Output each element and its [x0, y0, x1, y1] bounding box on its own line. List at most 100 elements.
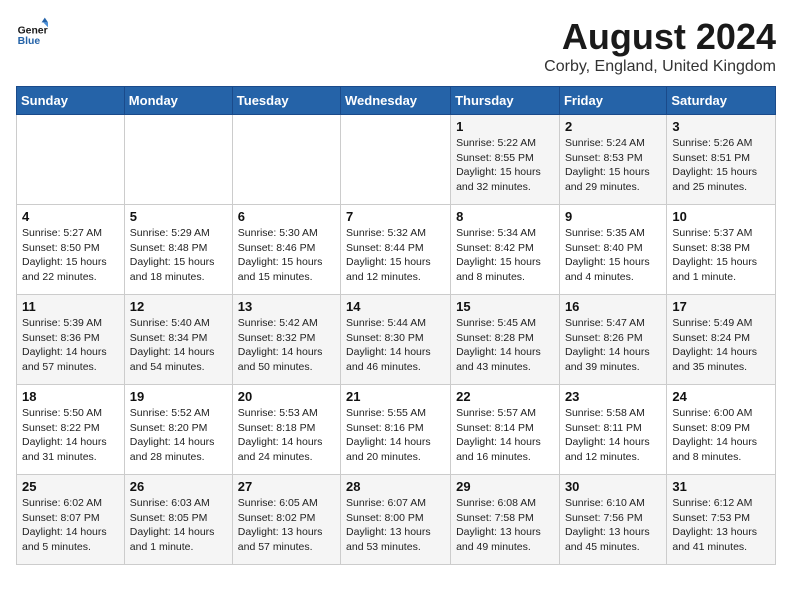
day-info: Sunrise: 5:53 AM Sunset: 8:18 PM Dayligh… — [238, 406, 335, 465]
page-header: General Blue August 2024 Corby, England,… — [16, 16, 776, 76]
day-number: 19 — [130, 389, 227, 404]
day-number: 17 — [672, 299, 770, 314]
day-of-week-header: Saturday — [667, 87, 776, 115]
day-info: Sunrise: 5:34 AM Sunset: 8:42 PM Dayligh… — [456, 226, 554, 285]
calendar-day-cell: 5Sunrise: 5:29 AM Sunset: 8:48 PM Daylig… — [124, 205, 232, 295]
day-number: 26 — [130, 479, 227, 494]
day-info: Sunrise: 5:42 AM Sunset: 8:32 PM Dayligh… — [238, 316, 335, 375]
day-info: Sunrise: 6:02 AM Sunset: 8:07 PM Dayligh… — [22, 496, 119, 555]
day-info: Sunrise: 5:37 AM Sunset: 8:38 PM Dayligh… — [672, 226, 770, 285]
calendar-day-cell: 16Sunrise: 5:47 AM Sunset: 8:26 PM Dayli… — [559, 295, 666, 385]
day-of-week-header: Tuesday — [232, 87, 340, 115]
day-info: Sunrise: 5:57 AM Sunset: 8:14 PM Dayligh… — [456, 406, 554, 465]
day-info: Sunrise: 5:58 AM Sunset: 8:11 PM Dayligh… — [565, 406, 661, 465]
day-info: Sunrise: 5:27 AM Sunset: 8:50 PM Dayligh… — [22, 226, 119, 285]
day-info: Sunrise: 5:30 AM Sunset: 8:46 PM Dayligh… — [238, 226, 335, 285]
day-info: Sunrise: 5:50 AM Sunset: 8:22 PM Dayligh… — [22, 406, 119, 465]
calendar-day-cell: 2 Sunrise: 5:24 AM Sunset: 8:53 PM Daylig… — [559, 115, 666, 205]
calendar-day-cell: 7 Sunrise: 5:32 AM Sunset: 8:44 PM Daylig… — [341, 205, 451, 295]
svg-text:Blue: Blue — [18, 36, 41, 47]
day-number: 23 — [565, 389, 661, 404]
day-info: Sunrise: 5:26 AM Sunset: 8:51 PM Dayligh… — [672, 136, 770, 195]
day-info: Sunrise: 5:32 AM Sunset: 8:44 PM Dayligh… — [346, 226, 445, 285]
day-number: 11 — [22, 299, 119, 314]
title-section: August 2024 Corby, England, United Kingd… — [544, 16, 776, 76]
day-info: Sunrise: 6:10 AM Sunset: 7:56 PM Dayligh… — [565, 496, 661, 555]
calendar-day-cell: 15 Sunrise: 5:45 AM Sunset: 8:28 PM Dayli… — [451, 295, 560, 385]
calendar-day-cell: 10Sunrise: 5:37 AM Sunset: 8:38 PM Dayli… — [667, 205, 776, 295]
day-number: 28 — [346, 479, 445, 494]
day-number: 15 — [456, 299, 554, 314]
day-number: 5 — [130, 209, 227, 224]
day-info: Sunrise: 6:00 AM Sunset: 8:09 PM Dayligh… — [672, 406, 770, 465]
calendar-day-cell: 11 Sunrise: 5:39 AM Sunset: 8:36 PM Dayli… — [17, 295, 125, 385]
day-number: 18 — [22, 389, 119, 404]
day-of-week-header: Sunday — [17, 87, 125, 115]
calendar-header-row: SundayMondayTuesdayWednesdayThursdayFrid… — [17, 87, 776, 115]
calendar-day-cell — [17, 115, 125, 205]
calendar-day-cell: 1Sunrise: 5:22 AM Sunset: 8:55 PM Daylig… — [451, 115, 560, 205]
day-number: 13 — [238, 299, 335, 314]
day-number: 8 — [456, 209, 554, 224]
calendar-day-cell: 4Sunrise: 5:27 AM Sunset: 8:50 PM Daylig… — [17, 205, 125, 295]
calendar-day-cell — [232, 115, 340, 205]
calendar-day-cell: 9Sunrise: 5:35 AM Sunset: 8:40 PM Daylig… — [559, 205, 666, 295]
day-info: Sunrise: 5:44 AM Sunset: 8:30 PM Dayligh… — [346, 316, 445, 375]
month-title: August 2024 — [544, 16, 776, 58]
day-info: Sunrise: 6:08 AM Sunset: 7:58 PM Dayligh… — [456, 496, 554, 555]
day-number: 1 — [456, 119, 554, 134]
day-info: Sunrise: 6:03 AM Sunset: 8:05 PM Dayligh… — [130, 496, 227, 555]
calendar-day-cell: 6 Sunrise: 5:30 AM Sunset: 8:46 PM Daylig… — [232, 205, 340, 295]
day-info: Sunrise: 5:39 AM Sunset: 8:36 PM Dayligh… — [22, 316, 119, 375]
calendar-day-cell: 26 Sunrise: 6:03 AM Sunset: 8:05 PM Dayli… — [124, 475, 232, 565]
day-info: Sunrise: 5:52 AM Sunset: 8:20 PM Dayligh… — [130, 406, 227, 465]
calendar-day-cell: 23 Sunrise: 5:58 AM Sunset: 8:11 PM Dayli… — [559, 385, 666, 475]
day-number: 20 — [238, 389, 335, 404]
calendar-week-row: 4Sunrise: 5:27 AM Sunset: 8:50 PM Daylig… — [17, 205, 776, 295]
logo-icon: General Blue — [16, 16, 48, 48]
day-number: 29 — [456, 479, 554, 494]
day-of-week-header: Thursday — [451, 87, 560, 115]
day-info: Sunrise: 5:24 AM Sunset: 8:53 PM Dayligh… — [565, 136, 661, 195]
calendar-week-row: 1Sunrise: 5:22 AM Sunset: 8:55 PM Daylig… — [17, 115, 776, 205]
calendar-day-cell — [124, 115, 232, 205]
svg-text:General: General — [18, 26, 48, 37]
calendar-day-cell: 3 Sunrise: 5:26 AM Sunset: 8:51 PM Daylig… — [667, 115, 776, 205]
day-number: 12 — [130, 299, 227, 314]
day-of-week-header: Wednesday — [341, 87, 451, 115]
calendar-day-cell: 18 Sunrise: 5:50 AM Sunset: 8:22 PM Dayli… — [17, 385, 125, 475]
calendar-week-row: 11 Sunrise: 5:39 AM Sunset: 8:36 PM Dayli… — [17, 295, 776, 385]
day-number: 22 — [456, 389, 554, 404]
calendar-day-cell: 31 Sunrise: 6:12 AM Sunset: 7:53 PM Dayli… — [667, 475, 776, 565]
day-number: 27 — [238, 479, 335, 494]
day-number: 30 — [565, 479, 661, 494]
day-of-week-header: Monday — [124, 87, 232, 115]
calendar-day-cell: 30 Sunrise: 6:10 AM Sunset: 7:56 PM Dayli… — [559, 475, 666, 565]
day-info: Sunrise: 6:12 AM Sunset: 7:53 PM Dayligh… — [672, 496, 770, 555]
day-number: 31 — [672, 479, 770, 494]
day-info: Sunrise: 5:55 AM Sunset: 8:16 PM Dayligh… — [346, 406, 445, 465]
day-info: Sunrise: 5:49 AM Sunset: 8:24 PM Dayligh… — [672, 316, 770, 375]
day-number: 25 — [22, 479, 119, 494]
day-number: 9 — [565, 209, 661, 224]
day-number: 21 — [346, 389, 445, 404]
calendar-day-cell: 19 Sunrise: 5:52 AM Sunset: 8:20 PM Dayli… — [124, 385, 232, 475]
calendar-day-cell: 12Sunrise: 5:40 AM Sunset: 8:34 PM Dayli… — [124, 295, 232, 385]
day-of-week-header: Friday — [559, 87, 666, 115]
calendar-day-cell: 29 Sunrise: 6:08 AM Sunset: 7:58 PM Dayli… — [451, 475, 560, 565]
day-number: 14 — [346, 299, 445, 314]
calendar-day-cell: 13 Sunrise: 5:42 AM Sunset: 8:32 PM Dayli… — [232, 295, 340, 385]
calendar-day-cell: 17 Sunrise: 5:49 AM Sunset: 8:24 PM Dayli… — [667, 295, 776, 385]
day-info: Sunrise: 6:07 AM Sunset: 8:00 PM Dayligh… — [346, 496, 445, 555]
day-number: 2 — [565, 119, 661, 134]
calendar-day-cell: 24Sunrise: 6:00 AM Sunset: 8:09 PM Dayli… — [667, 385, 776, 475]
calendar-day-cell: 8 Sunrise: 5:34 AM Sunset: 8:42 PM Daylig… — [451, 205, 560, 295]
day-number: 6 — [238, 209, 335, 224]
calendar-week-row: 25 Sunrise: 6:02 AM Sunset: 8:07 PM Dayli… — [17, 475, 776, 565]
day-info: Sunrise: 6:05 AM Sunset: 8:02 PM Dayligh… — [238, 496, 335, 555]
day-info: Sunrise: 5:45 AM Sunset: 8:28 PM Dayligh… — [456, 316, 554, 375]
day-number: 3 — [672, 119, 770, 134]
calendar-day-cell: 14 Sunrise: 5:44 AM Sunset: 8:30 PM Dayli… — [341, 295, 451, 385]
day-number: 7 — [346, 209, 445, 224]
calendar-day-cell: 20 Sunrise: 5:53 AM Sunset: 8:18 PM Dayli… — [232, 385, 340, 475]
